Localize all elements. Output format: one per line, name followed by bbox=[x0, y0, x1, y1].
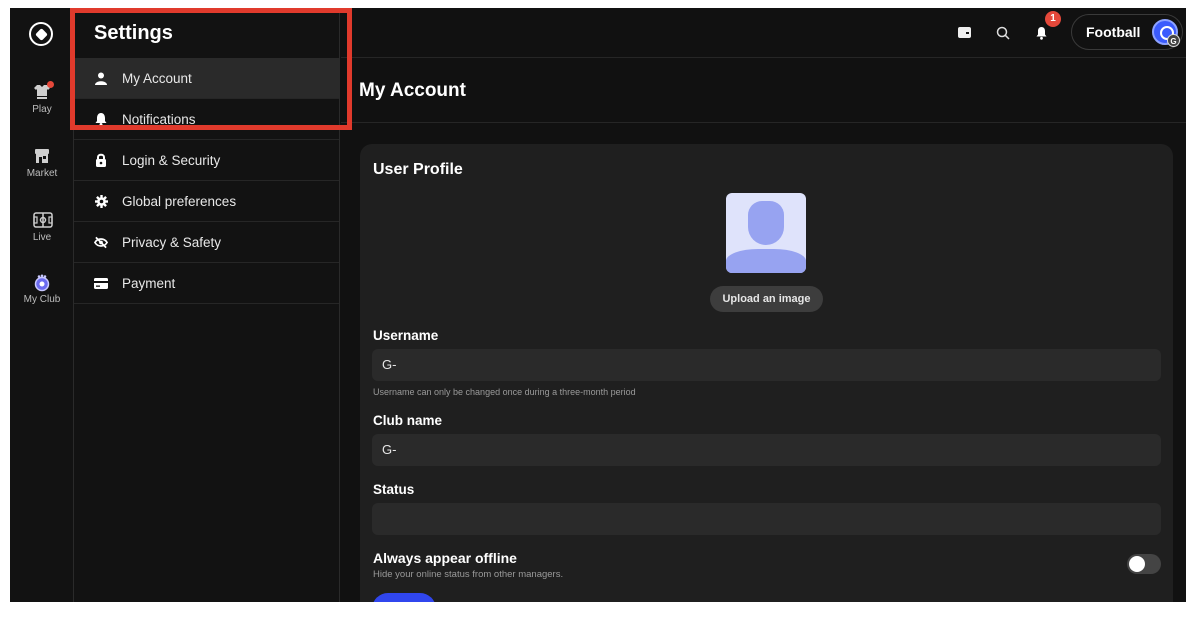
bell-icon bbox=[94, 112, 108, 126]
rail-item-play[interactable]: Play bbox=[10, 81, 74, 115]
club-name-input[interactable] bbox=[372, 434, 1161, 466]
username-input[interactable] bbox=[372, 349, 1161, 381]
offline-label: Always appear offline bbox=[373, 550, 517, 566]
football-avatar-icon: G bbox=[1152, 19, 1180, 47]
appear-offline-toggle[interactable] bbox=[1127, 554, 1161, 574]
club-crest-icon bbox=[33, 274, 51, 292]
top-bar: 1 Football G bbox=[341, 8, 1186, 58]
pitch-icon bbox=[33, 212, 53, 228]
settings-item-label: Login & Security bbox=[122, 152, 221, 168]
gear-icon bbox=[94, 194, 108, 208]
settings-item-label: Payment bbox=[122, 275, 176, 291]
offline-description: Hide your online status from other manag… bbox=[373, 569, 564, 580]
settings-item-global-preferences[interactable]: Global preferences bbox=[74, 181, 339, 222]
eye-off-icon bbox=[94, 235, 108, 249]
profile-avatar-placeholder[interactable] bbox=[726, 193, 806, 273]
credit-card-icon bbox=[94, 276, 108, 290]
search-icon[interactable] bbox=[996, 26, 1010, 40]
app-logo-icon[interactable] bbox=[29, 22, 53, 46]
jersey-icon bbox=[33, 81, 54, 100]
notifications-bell-icon[interactable] bbox=[1035, 26, 1049, 40]
avatar-body-shape bbox=[726, 249, 806, 273]
user-icon bbox=[94, 71, 108, 85]
settings-item-payment[interactable]: Payment bbox=[74, 263, 339, 304]
rail-item-market[interactable]: Market bbox=[10, 148, 74, 179]
username-hint: Username can only be changed once during… bbox=[373, 387, 636, 397]
rail-item-my-club[interactable]: My Club bbox=[10, 274, 74, 305]
settings-item-my-account[interactable]: My Account bbox=[74, 58, 339, 99]
main-nav-rail: Play Market Live My Club bbox=[10, 8, 74, 602]
profile-menu-button[interactable]: Football G bbox=[1071, 14, 1183, 50]
settings-item-label: Global preferences bbox=[122, 193, 237, 209]
toggle-knob bbox=[1129, 556, 1145, 572]
notification-count-badge: 1 bbox=[1045, 11, 1061, 27]
user-profile-card: User Profile Upload an image Username Us… bbox=[360, 144, 1173, 602]
club-name-label: Club name bbox=[373, 413, 443, 428]
rail-label: Play bbox=[32, 104, 52, 115]
notification-dot bbox=[47, 81, 54, 88]
settings-menu: My Account Notifications Login & Securit… bbox=[74, 58, 339, 304]
settings-item-login-security[interactable]: Login & Security bbox=[74, 140, 339, 181]
settings-title: Settings bbox=[94, 22, 173, 44]
rail-label: Live bbox=[32, 232, 52, 243]
status-label: Status bbox=[373, 482, 415, 497]
avatar-initial: G bbox=[1167, 34, 1180, 47]
upload-image-button[interactable]: Upload an image bbox=[710, 286, 823, 312]
page-header: My Account bbox=[341, 59, 1186, 123]
settings-sidebar: Settings My Account Notifications Login … bbox=[74, 8, 340, 602]
avatar-head-shape bbox=[748, 201, 784, 245]
settings-item-label: Notifications bbox=[122, 111, 196, 127]
settings-item-privacy-safety[interactable]: Privacy & Safety bbox=[74, 222, 339, 263]
settings-item-label: Privacy & Safety bbox=[122, 234, 222, 250]
page-title: My Account bbox=[359, 80, 466, 101]
status-input[interactable] bbox=[372, 503, 1161, 535]
store-icon bbox=[33, 148, 51, 164]
settings-item-notifications[interactable]: Notifications bbox=[74, 99, 339, 140]
lock-icon bbox=[94, 153, 108, 167]
rail-label: Market bbox=[26, 168, 58, 179]
username-label: Username bbox=[373, 328, 439, 343]
app-window: Play Market Live My Club Settings My Acc… bbox=[10, 8, 1186, 602]
settings-item-label: My Account bbox=[122, 70, 192, 86]
save-button[interactable] bbox=[372, 593, 436, 602]
rail-label: My Club bbox=[23, 294, 61, 305]
wallet-icon[interactable] bbox=[958, 27, 971, 38]
profile-label: Football bbox=[1086, 24, 1141, 40]
rail-item-live[interactable]: Live bbox=[10, 212, 74, 243]
card-title: User Profile bbox=[373, 161, 463, 178]
